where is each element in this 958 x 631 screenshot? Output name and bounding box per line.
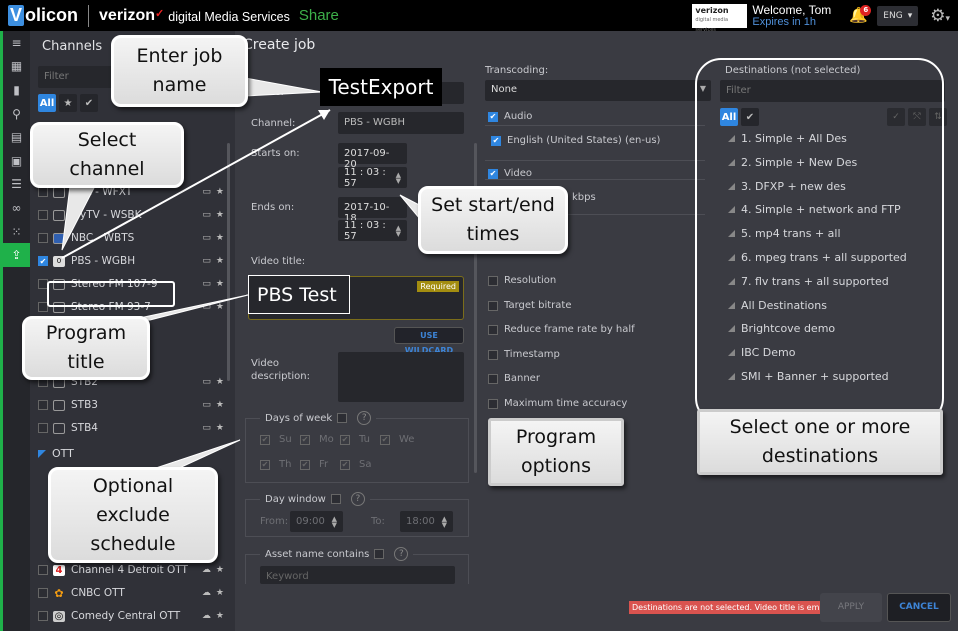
callout-pointer-channel: [61, 185, 96, 251]
callout-select-destinations: Select one or more destinations: [697, 409, 943, 475]
callout-program-options: Program options: [488, 418, 624, 486]
callout-job-name-value: TestExport: [320, 68, 442, 106]
callout-enter-job-name: Enter job name: [111, 35, 248, 107]
callout-select-channel: Select channel: [30, 122, 184, 188]
callout-program-title: Program title: [22, 316, 150, 380]
callout-pointer-title: [129, 294, 249, 321]
callout-video-title-value: PBS Test: [248, 275, 350, 314]
callout-optional-exclude: Optional exclude schedule: [48, 467, 218, 563]
callout-pointer-job-name: [244, 77, 323, 97]
callout-set-times: Set start/end times: [418, 186, 568, 254]
callout-pointer-exclude: [149, 439, 241, 471]
